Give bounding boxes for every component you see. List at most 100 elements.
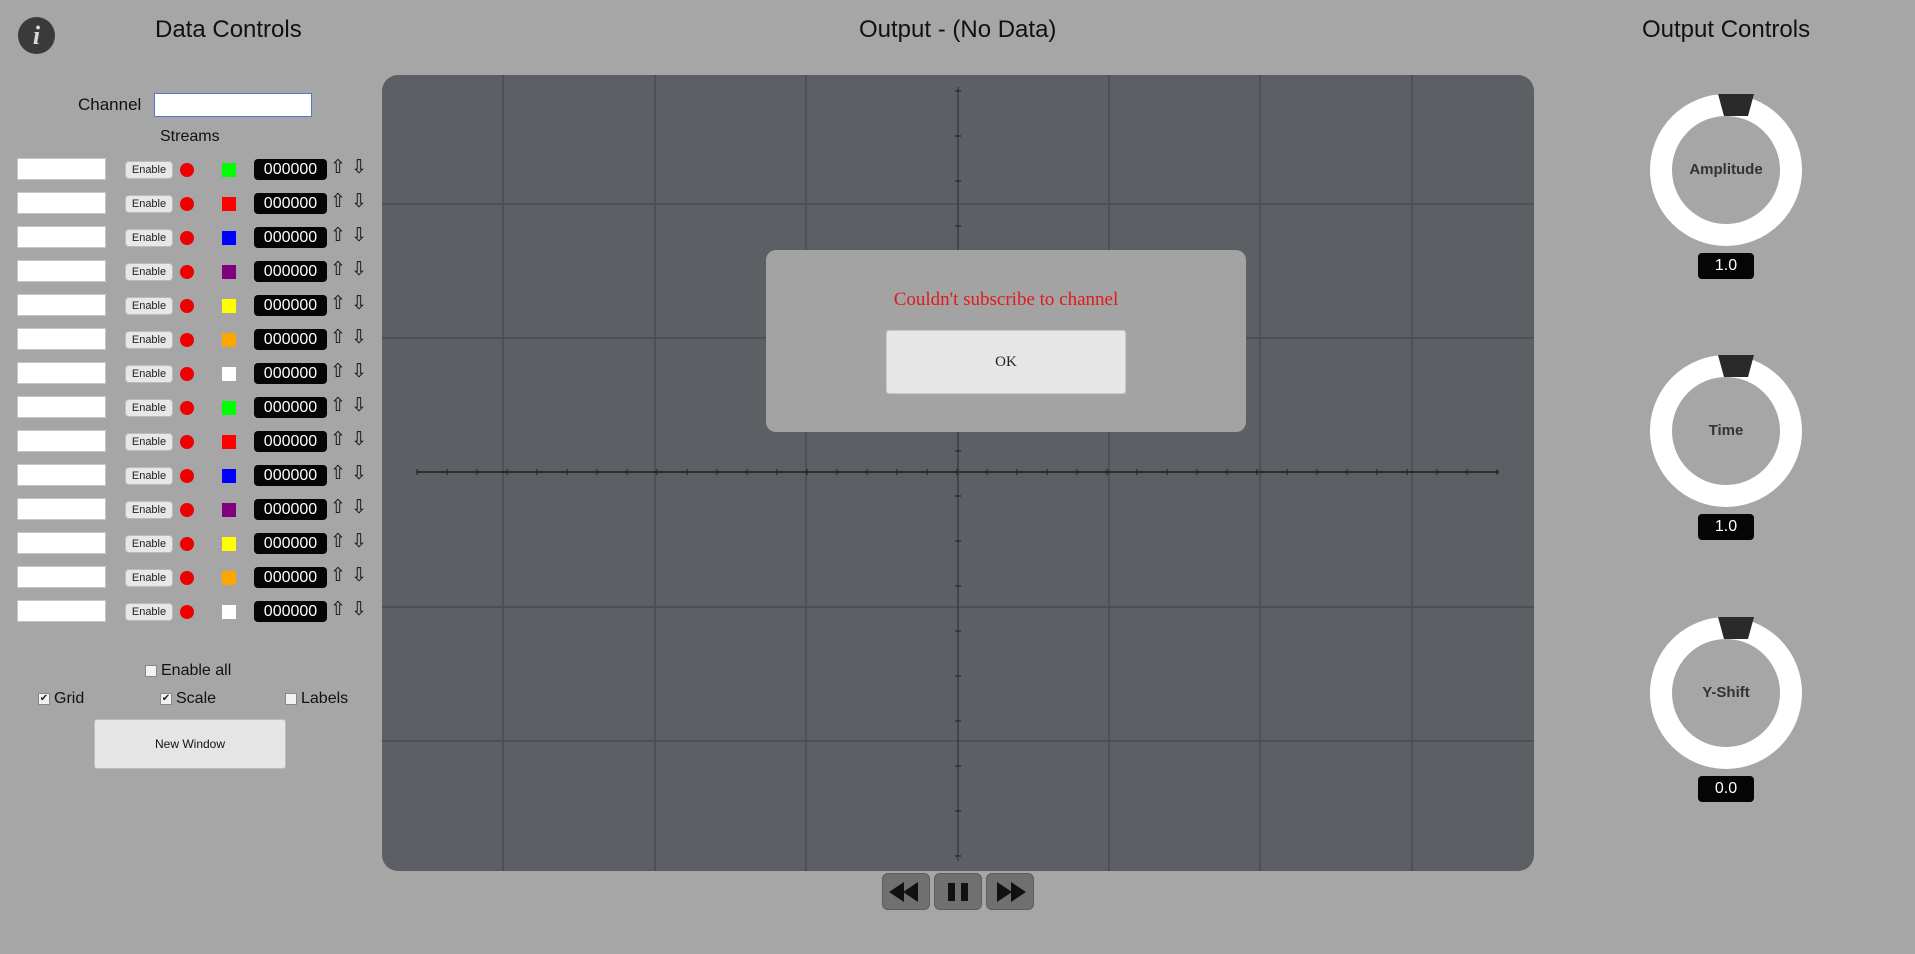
arrow-down-icon[interactable]: ⇩ [351, 564, 367, 588]
grid-label: Grid [54, 690, 85, 707]
arrow-up-icon[interactable]: ⇧ [330, 156, 346, 180]
stream-color-swatch[interactable] [222, 537, 236, 551]
new-window-button[interactable]: New Window [94, 719, 286, 769]
stream-value: 000000 [254, 601, 327, 622]
stream-enable-button[interactable]: Enable [125, 263, 173, 281]
stream-enable-button[interactable]: Enable [125, 229, 173, 247]
stream-enable-button[interactable]: Enable [125, 569, 173, 587]
amplitude-knob[interactable]: Amplitude [1650, 94, 1802, 246]
stream-name-input[interactable] [17, 396, 106, 418]
arrow-up-icon[interactable]: ⇧ [330, 190, 346, 214]
stream-enable-button[interactable]: Enable [125, 501, 173, 519]
fast-forward-button[interactable] [986, 873, 1034, 910]
arrow-up-icon[interactable]: ⇧ [330, 462, 346, 486]
grid-checkbox[interactable]: ✔ [38, 692, 50, 705]
stream-name-input[interactable] [17, 226, 106, 248]
enable-all-checkbox[interactable] [145, 664, 157, 677]
data-controls-title: Data Controls [155, 16, 302, 43]
stream-color-swatch[interactable] [222, 401, 236, 415]
arrow-up-icon[interactable]: ⇧ [330, 224, 346, 248]
arrow-up-icon[interactable]: ⇧ [330, 564, 346, 588]
arrow-up-icon[interactable]: ⇧ [330, 326, 346, 350]
arrow-down-icon[interactable]: ⇩ [351, 530, 367, 554]
stream-status-indicator [180, 537, 194, 551]
arrow-down-icon[interactable]: ⇩ [351, 224, 367, 248]
stream-name-input[interactable] [17, 464, 106, 486]
amplitude-label: Amplitude [1689, 161, 1763, 178]
arrow-down-icon[interactable]: ⇩ [351, 326, 367, 350]
output-controls-title: Output Controls [1642, 16, 1811, 43]
stream-enable-button[interactable]: Enable [125, 365, 173, 383]
streams-label: Streams [160, 128, 220, 145]
output-plot[interactable] [382, 75, 1534, 871]
stream-color-swatch[interactable] [222, 571, 236, 585]
time-knob[interactable]: Time [1650, 355, 1802, 507]
arrow-up-icon[interactable]: ⇧ [330, 530, 346, 554]
stream-color-swatch[interactable] [222, 163, 236, 177]
arrow-up-icon[interactable]: ⇧ [330, 496, 346, 520]
stream-enable-button[interactable]: Enable [125, 535, 173, 553]
stream-enable-button[interactable]: Enable [125, 297, 173, 315]
stream-row: Enable 000000 ⇧ ⇩ [17, 565, 371, 589]
stream-color-swatch[interactable] [222, 605, 236, 619]
stream-color-swatch[interactable] [222, 503, 236, 517]
arrow-up-icon[interactable]: ⇧ [330, 292, 346, 316]
arrow-down-icon[interactable]: ⇩ [351, 496, 367, 520]
rewind-button[interactable] [882, 873, 930, 910]
arrow-down-icon[interactable]: ⇩ [351, 598, 367, 622]
arrow-up-icon[interactable]: ⇧ [330, 428, 346, 452]
stream-enable-button[interactable]: Enable [125, 399, 173, 417]
stream-name-input[interactable] [17, 362, 106, 384]
y-shift-knob[interactable]: Y-Shift [1650, 617, 1802, 769]
labels-checkbox[interactable] [285, 692, 297, 705]
stream-color-swatch[interactable] [222, 197, 236, 211]
stream-color-swatch[interactable] [222, 367, 236, 381]
pause-button[interactable] [934, 873, 982, 910]
labels-option[interactable]: Labels [285, 690, 348, 708]
arrow-down-icon[interactable]: ⇩ [351, 190, 367, 214]
scale-option[interactable]: ✔ Scale [160, 690, 216, 708]
arrow-down-icon[interactable]: ⇩ [351, 258, 367, 282]
stream-value: 000000 [254, 329, 327, 350]
arrow-up-icon[interactable]: ⇧ [330, 258, 346, 282]
arrow-down-icon[interactable]: ⇩ [351, 360, 367, 384]
stream-value: 000000 [254, 465, 327, 486]
stream-color-swatch[interactable] [222, 265, 236, 279]
ok-button[interactable]: OK [886, 330, 1126, 394]
stream-color-swatch[interactable] [222, 299, 236, 313]
grid-option[interactable]: ✔ Grid [38, 690, 84, 708]
stream-name-input[interactable] [17, 566, 106, 588]
stream-name-input[interactable] [17, 158, 106, 180]
arrow-down-icon[interactable]: ⇩ [351, 462, 367, 486]
stream-color-swatch[interactable] [222, 231, 236, 245]
scale-checkbox[interactable]: ✔ [160, 692, 172, 705]
stream-color-swatch[interactable] [222, 469, 236, 483]
arrow-down-icon[interactable]: ⇩ [351, 292, 367, 316]
channel-input[interactable] [154, 93, 312, 117]
stream-name-input[interactable] [17, 328, 106, 350]
stream-enable-button[interactable]: Enable [125, 331, 173, 349]
stream-name-input[interactable] [17, 192, 106, 214]
stream-name-input[interactable] [17, 260, 106, 282]
arrow-up-icon[interactable]: ⇧ [330, 394, 346, 418]
stream-enable-button[interactable]: Enable [125, 433, 173, 451]
stream-name-input[interactable] [17, 532, 106, 554]
stream-name-input[interactable] [17, 294, 106, 316]
stream-enable-button[interactable]: Enable [125, 467, 173, 485]
arrow-up-icon[interactable]: ⇧ [330, 360, 346, 384]
arrow-up-icon[interactable]: ⇧ [330, 598, 346, 622]
enable-all-option[interactable]: Enable all [145, 662, 231, 680]
arrow-down-icon[interactable]: ⇩ [351, 156, 367, 180]
stream-enable-button[interactable]: Enable [125, 161, 173, 179]
stream-enable-button[interactable]: Enable [125, 603, 173, 621]
stream-color-swatch[interactable] [222, 435, 236, 449]
stream-enable-button[interactable]: Enable [125, 195, 173, 213]
stream-color-swatch[interactable] [222, 333, 236, 347]
stream-name-input[interactable] [17, 430, 106, 452]
stream-name-input[interactable] [17, 498, 106, 520]
info-icon[interactable]: i [18, 17, 55, 54]
arrow-down-icon[interactable]: ⇩ [351, 394, 367, 418]
plot-canvas [382, 75, 1534, 871]
stream-name-input[interactable] [17, 600, 106, 622]
arrow-down-icon[interactable]: ⇩ [351, 428, 367, 452]
